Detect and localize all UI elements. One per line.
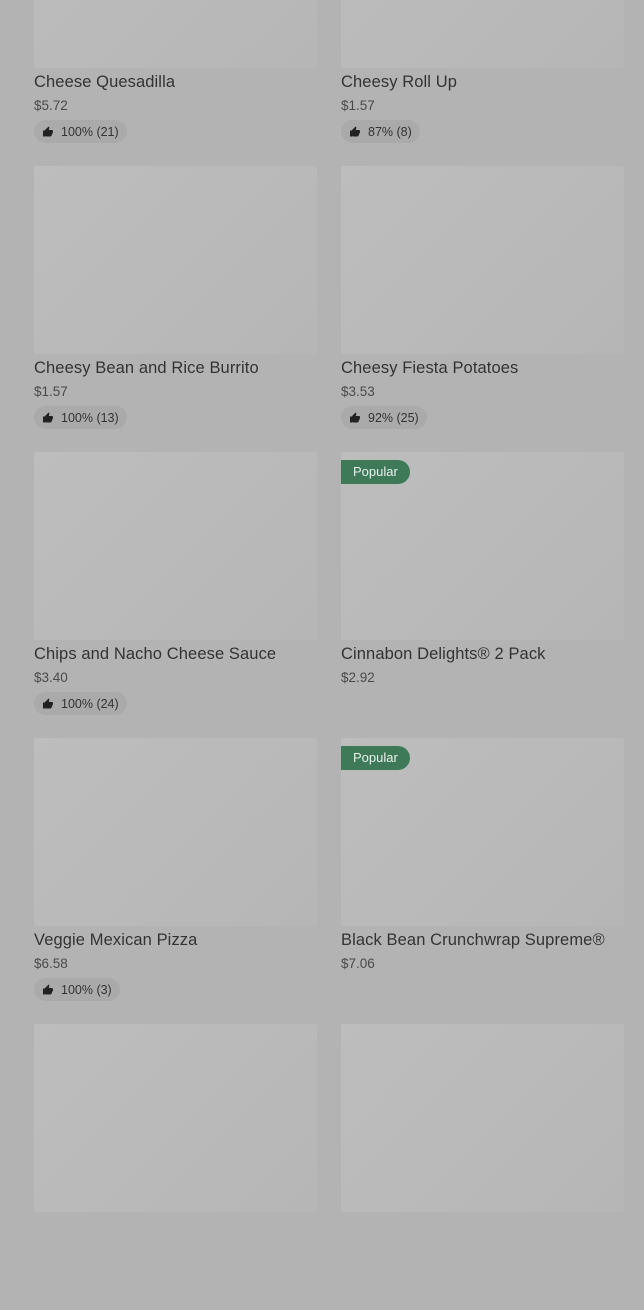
rating-pill: 100% (13) <box>34 406 127 429</box>
thumbs-up-icon <box>349 412 361 424</box>
thumbs-up-icon <box>349 126 361 138</box>
thumbs-up-icon <box>42 984 54 996</box>
rating-text: 100% (21) <box>61 124 119 139</box>
menu-item-image[interactable] <box>34 738 317 926</box>
rating-text: 100% (13) <box>61 410 119 425</box>
menu-item-card[interactable]: Popular Black Bean Crunchwrap Supreme® $… <box>341 738 624 1024</box>
rating-text: 100% (3) <box>61 982 112 997</box>
menu-item-price: $3.53 <box>341 384 375 399</box>
thumbs-up-icon <box>42 698 54 710</box>
rating-text: 92% (25) <box>368 410 419 425</box>
menu-item-name: Cheese Quesadilla <box>34 73 176 91</box>
rating-text: 87% (8) <box>368 124 412 139</box>
menu-item-price: $2.92 <box>341 670 375 685</box>
menu-item-image[interactable] <box>341 1024 624 1212</box>
menu-item-card[interactable]: Cheesy Fiesta Potatoes $3.53 92% (25) <box>341 166 624 452</box>
rating-pill: 100% (24) <box>34 692 127 715</box>
menu-item-name: Cinnabon Delights® 2 Pack <box>341 645 546 663</box>
menu-item-card[interactable]: Chips and Nacho Cheese Sauce $3.40 100% … <box>34 452 317 738</box>
popular-badge: Popular <box>341 746 410 770</box>
menu-item-image[interactable] <box>341 0 624 68</box>
menu-item-card[interactable]: Veggie Mexican Pizza $6.58 100% (3) <box>34 738 317 1024</box>
menu-item-image[interactable] <box>34 166 317 354</box>
menu-item-card[interactable] <box>34 1024 317 1310</box>
menu-item-image[interactable] <box>34 1024 317 1212</box>
rating-text: 100% (24) <box>61 696 119 711</box>
menu-item-image[interactable]: Popular <box>341 738 624 926</box>
rating-pill: 100% (21) <box>34 120 127 143</box>
rating-pill: 87% (8) <box>341 120 420 143</box>
menu-item-image[interactable] <box>341 166 624 354</box>
menu-item-image[interactable] <box>34 0 317 68</box>
menu-item-card[interactable]: Cheesy Roll Up $1.57 87% (8) <box>341 0 624 166</box>
menu-item-card[interactable]: Cheese Quesadilla $5.72 100% (21) <box>34 0 317 166</box>
menu-item-price: $7.06 <box>341 956 375 971</box>
thumbs-up-icon <box>42 126 54 138</box>
menu-item-name: Cheesy Fiesta Potatoes <box>341 359 519 377</box>
rating-pill: 100% (3) <box>34 978 120 1001</box>
menu-item-price: $1.57 <box>341 98 375 113</box>
rating-pill: 92% (25) <box>341 406 427 429</box>
menu-item-name: Cheesy Roll Up <box>341 73 458 91</box>
menu-item-price: $1.57 <box>34 384 68 399</box>
menu-item-image[interactable] <box>34 452 317 640</box>
menu-item-price: $3.40 <box>34 670 68 685</box>
menu-item-price: $6.58 <box>34 956 68 971</box>
menu-item-image[interactable]: Popular <box>341 452 624 640</box>
menu-item-name: Veggie Mexican Pizza <box>34 931 198 949</box>
menu-item-grid: Cheese Quesadilla $5.72 100% (21) Cheesy… <box>34 0 624 1310</box>
thumbs-up-icon <box>42 412 54 424</box>
menu-item-card[interactable]: Popular Cinnabon Delights® 2 Pack $2.92 <box>341 452 624 738</box>
popular-badge: Popular <box>341 460 410 484</box>
menu-item-name: Cheesy Bean and Rice Burrito <box>34 359 259 377</box>
menu-item-card[interactable]: Cheesy Bean and Rice Burrito $1.57 100% … <box>34 166 317 452</box>
menu-item-name: Chips and Nacho Cheese Sauce <box>34 645 277 663</box>
menu-item-card[interactable] <box>341 1024 624 1310</box>
menu-item-price: $5.72 <box>34 98 68 113</box>
menu-item-name: Black Bean Crunchwrap Supreme® <box>341 931 605 949</box>
